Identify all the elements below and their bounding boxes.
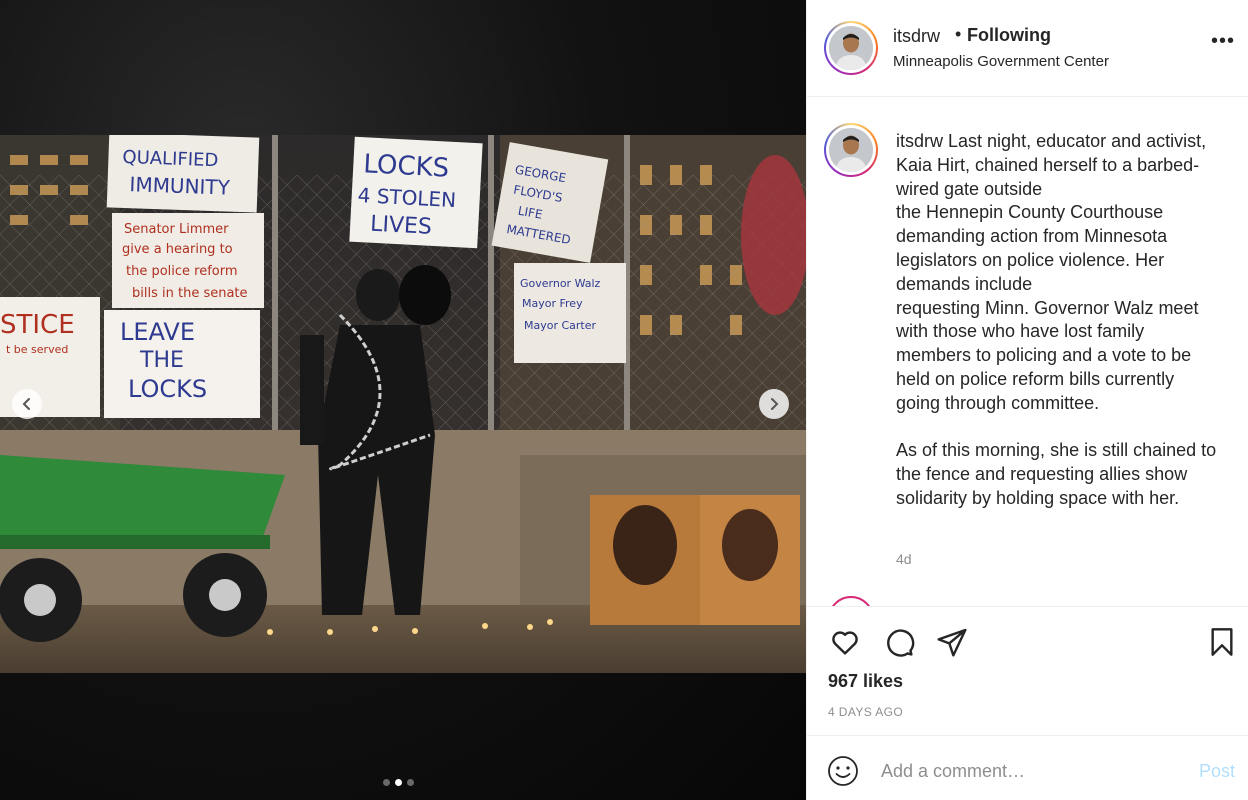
svg-text:Mayor Frey: Mayor Frey (522, 297, 583, 310)
profile-photo-icon (829, 128, 873, 172)
svg-text:QUALIFIED: QUALIFIED (122, 147, 219, 171)
svg-text:Governor Walz: Governor Walz (520, 277, 601, 290)
caption-timestamp[interactable]: 4d (896, 551, 912, 567)
location-link[interactable]: Minneapolis Government Center (893, 53, 1109, 70)
following-button[interactable]: Following (967, 25, 1051, 46)
svg-text:IMMUNITY: IMMUNITY (129, 172, 231, 200)
svg-text:Mayor Carter: Mayor Carter (524, 319, 597, 332)
bookmark-icon (1211, 628, 1233, 656)
svg-text:LOCKS: LOCKS (128, 375, 207, 403)
caption-avatar[interactable] (824, 123, 878, 177)
share-button[interactable] (935, 625, 969, 659)
svg-text:the police reform: the police reform (126, 264, 238, 279)
like-button[interactable] (828, 625, 862, 659)
previous-slide-button[interactable] (12, 389, 42, 419)
protest-photo-illustration: QUALIFIED IMMUNITY LOCKS 4 STOLEN LIVES … (0, 135, 806, 673)
header-username[interactable]: itsdrw (893, 26, 940, 47)
media-viewer: QUALIFIED IMMUNITY LOCKS 4 STOLEN LIVES … (0, 0, 806, 800)
chevron-right-icon (771, 398, 779, 410)
separator-dot: • (955, 24, 962, 44)
smiley-icon (828, 756, 858, 786)
comment-input[interactable] (881, 756, 1181, 786)
slide-dot (383, 779, 390, 786)
post-date[interactable]: 4 DAYS AGO (828, 705, 903, 719)
add-comment-bar: Post (807, 735, 1248, 800)
svg-text:STICE: STICE (0, 310, 75, 340)
comments-section: itsdrw Last night, educator and activist… (807, 98, 1248, 606)
svg-text:bills in the senate: bills in the senate (132, 286, 248, 301)
caption-username[interactable]: itsdrw (896, 131, 943, 151)
svg-text:t be served: t be served (6, 343, 68, 356)
post-comment-button[interactable]: Post (1199, 761, 1235, 782)
svg-text:THE: THE (139, 348, 184, 373)
avatar[interactable] (824, 21, 878, 75)
post-photo[interactable]: QUALIFIED IMMUNITY LOCKS 4 STOLEN LIVES … (0, 135, 806, 673)
emoji-button[interactable] (827, 755, 859, 787)
svg-text:give a hearing to: give a hearing to (122, 242, 233, 257)
slide-indicator (383, 779, 414, 786)
svg-text:LOCKS: LOCKS (363, 149, 450, 183)
slide-dot (407, 779, 414, 786)
next-comment-avatar[interactable] (828, 596, 874, 606)
caption-text: Last night, educator and activist, Kaia … (896, 131, 1217, 508)
post-caption: itsdrw Last night, educator and activist… (896, 130, 1221, 511)
slide-dot-active (395, 779, 402, 786)
heart-icon (832, 631, 858, 655)
post-header: itsdrw • Following Minneapolis Governmen… (807, 0, 1248, 97)
share-icon (937, 628, 967, 657)
svg-text:LIVES: LIVES (370, 212, 433, 240)
comment-button[interactable] (882, 625, 916, 659)
comment-icon (887, 629, 915, 657)
post-actions: 967 likes 4 DAYS AGO (807, 606, 1248, 734)
likes-count[interactable]: 967 likes (828, 671, 903, 692)
post-sidebar: itsdrw • Following Minneapolis Governmen… (806, 0, 1248, 800)
next-slide-button[interactable] (759, 389, 789, 419)
svg-text:Senator Limmer: Senator Limmer (124, 222, 229, 237)
profile-photo-icon (829, 26, 873, 70)
save-button[interactable] (1205, 625, 1239, 659)
svg-text:LEAVE: LEAVE (120, 318, 195, 346)
chevron-left-icon (22, 398, 30, 410)
more-options-icon[interactable]: ••• (1211, 31, 1235, 51)
